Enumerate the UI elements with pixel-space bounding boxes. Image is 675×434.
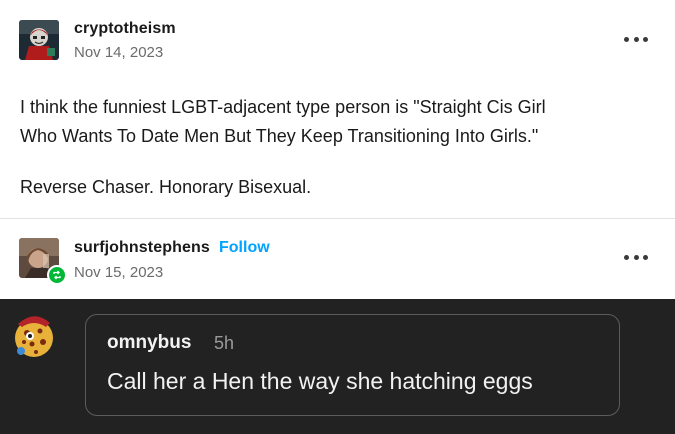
post-text-line: Who Wants To Date Men But They Keep Tran…: [20, 126, 539, 146]
reblog-author[interactable]: surfjohnstephens: [74, 239, 210, 257]
reblog-icon: [47, 265, 67, 285]
avatar: [10, 311, 58, 361]
more-options-icon[interactable]: [624, 252, 648, 262]
more-options-icon[interactable]: [624, 34, 648, 44]
post-author[interactable]: cryptotheism: [74, 20, 176, 38]
post-text-line: Reverse Chaser. Honorary Bisexual.: [20, 177, 312, 197]
follow-button[interactable]: Follow: [219, 239, 270, 257]
comment-bubble: omnybus 5h Call her a Hen the way she ha…: [85, 314, 620, 416]
post-text-line: I think the funniest LGBT-adjacent type …: [20, 97, 546, 117]
original-post: cryptotheism Nov 14, 2023 I think the fu…: [0, 0, 675, 218]
divider: [0, 218, 675, 219]
comment-time: 5h: [214, 333, 235, 353]
reblog-date[interactable]: Nov 15, 2023: [74, 264, 163, 281]
avatar[interactable]: [19, 20, 59, 60]
comment-screenshot: omnybus 5h Call her a Hen the way she ha…: [0, 299, 675, 434]
comment-text: Call her a Hen the way she hatching eggs: [107, 368, 533, 394]
post-date[interactable]: Nov 14, 2023: [74, 44, 163, 61]
comment-author: omnybus: [107, 332, 192, 353]
